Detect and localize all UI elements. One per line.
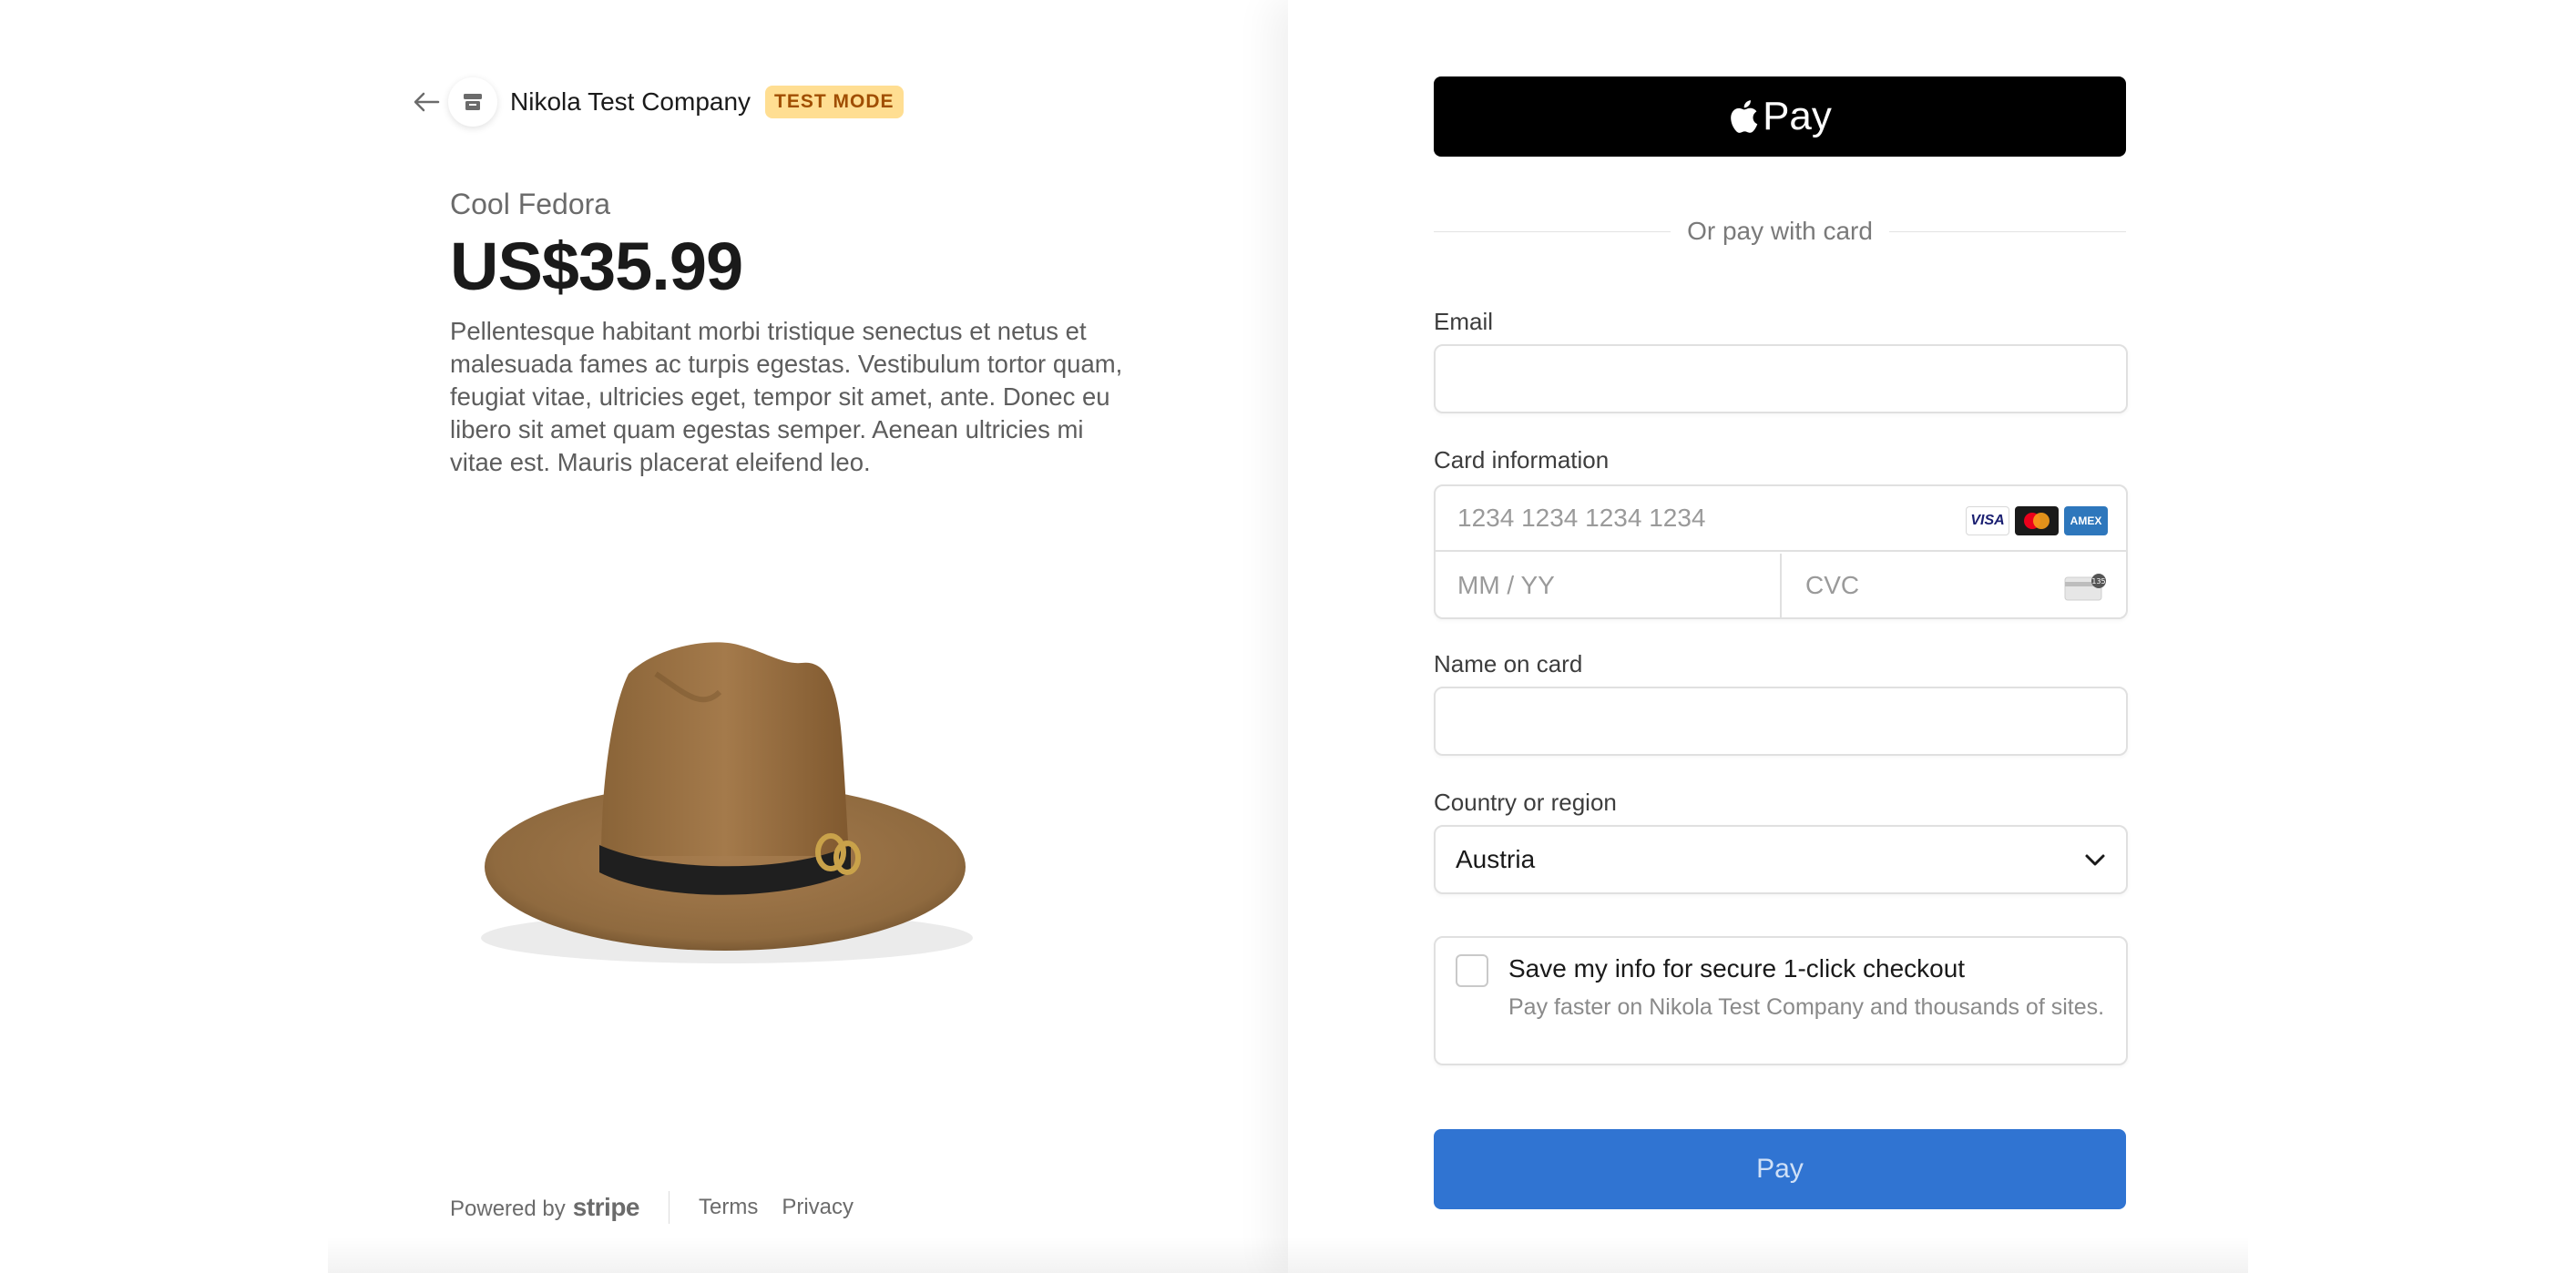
product-image bbox=[474, 637, 984, 983]
footer-divider bbox=[669, 1191, 670, 1224]
product-name: Cool Fedora bbox=[450, 188, 611, 220]
product-description: Pellentesque habitant morbi tristique se… bbox=[450, 317, 1123, 476]
merchant-name: Nikola Test Company bbox=[510, 87, 751, 116]
apple-pay-label: Pay bbox=[1763, 94, 1832, 138]
mastercard-icon bbox=[2015, 506, 2059, 535]
order-summary-panel: Nikola Test Company TEST MODE Cool Fedor… bbox=[0, 0, 1288, 1273]
cvc-card-icon: 135 bbox=[2064, 574, 2106, 601]
merchant-header: Nikola Test Company TEST MODE bbox=[410, 77, 904, 127]
card-info-label: Card information bbox=[1434, 446, 1610, 474]
divider-line bbox=[1888, 230, 2127, 232]
terms-link[interactable]: Terms bbox=[699, 1195, 758, 1220]
divider-line bbox=[1434, 230, 1671, 232]
card-info-group: VISA AMEX 135 bbox=[1434, 484, 2128, 619]
email-label: Email bbox=[1434, 308, 1494, 335]
name-on-card-label: Name on card bbox=[1434, 650, 1583, 677]
country-label: Country or region bbox=[1434, 789, 1617, 816]
save-info-checkbox[interactable] bbox=[1456, 954, 1488, 987]
pay-button[interactable]: Pay bbox=[1434, 1129, 2126, 1209]
powered-by-label: Powered by bbox=[450, 1197, 566, 1221]
test-mode-badge: TEST MODE bbox=[765, 86, 904, 118]
divider-text: Or pay with card bbox=[1687, 217, 1873, 245]
country-select[interactable]: Austria bbox=[1434, 825, 2128, 894]
stripe-logo: stripe bbox=[572, 1193, 640, 1221]
expiry-field[interactable] bbox=[1436, 554, 1782, 617]
card-brands: VISA AMEX bbox=[1966, 506, 2108, 535]
product-price: US$35.99 bbox=[450, 229, 743, 304]
chevron-down-icon bbox=[2085, 854, 2105, 866]
apple-pay-button[interactable]: Pay bbox=[1434, 76, 2126, 157]
save-info-box: Save my info for secure 1-click checkout… bbox=[1434, 936, 2128, 1065]
svg-text:135: 135 bbox=[2091, 577, 2105, 586]
bottom-shadow bbox=[328, 1237, 2248, 1273]
store-icon bbox=[448, 77, 497, 127]
or-pay-with-card-divider: Or pay with card bbox=[1434, 213, 2127, 250]
amex-icon: AMEX bbox=[2064, 506, 2108, 535]
back-arrow-icon[interactable] bbox=[410, 86, 443, 118]
footer: Powered by stripe Terms Privacy bbox=[450, 1191, 877, 1224]
visa-icon: VISA bbox=[1966, 506, 2009, 535]
country-value: Austria bbox=[1456, 845, 1536, 873]
apple-logo-icon bbox=[1731, 100, 1758, 133]
powered-by[interactable]: Powered by stripe bbox=[450, 1193, 640, 1222]
payment-panel: Pay Or pay with card Email Card informat… bbox=[1288, 0, 2576, 1273]
email-field[interactable] bbox=[1434, 344, 2128, 413]
name-on-card-field[interactable] bbox=[1434, 687, 2128, 756]
save-info-subtitle: Pay faster on Nikola Test Company and th… bbox=[1508, 994, 2105, 1020]
privacy-link[interactable]: Privacy bbox=[782, 1195, 854, 1220]
checkout-page: Nikola Test Company TEST MODE Cool Fedor… bbox=[0, 0, 2576, 1273]
save-info-title: Save my info for secure 1-click checkout bbox=[1508, 954, 1966, 983]
